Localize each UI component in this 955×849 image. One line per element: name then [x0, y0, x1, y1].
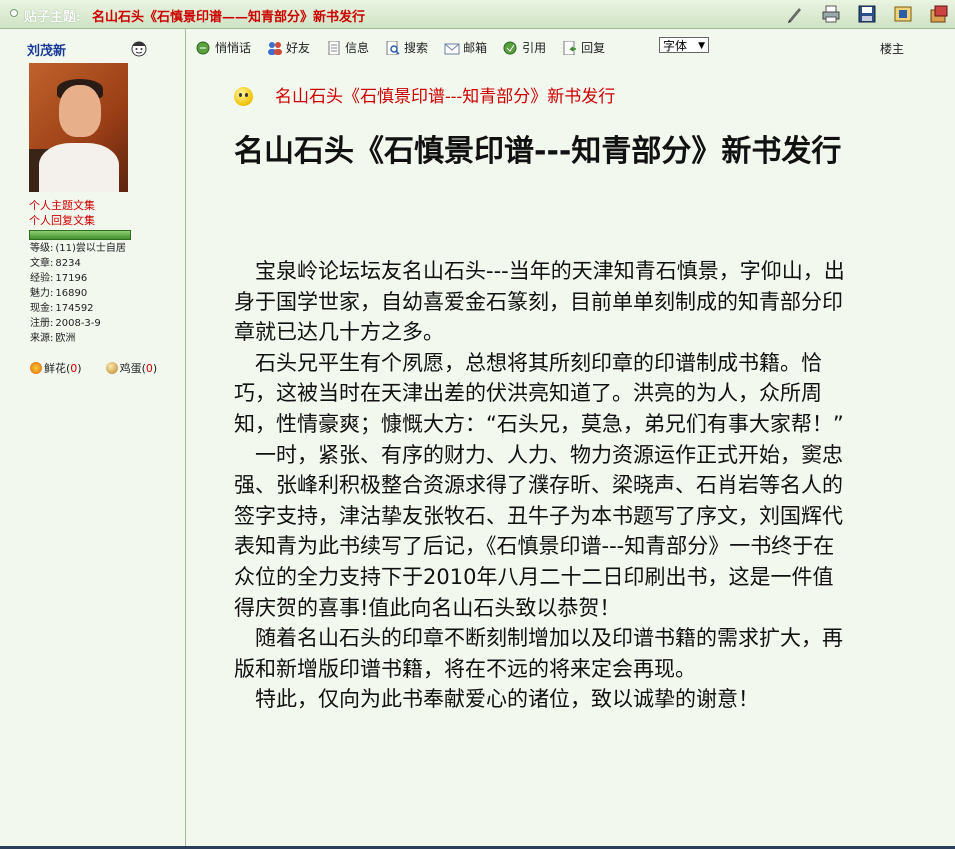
collection-icon[interactable]: [929, 4, 949, 24]
whisper-icon: [196, 41, 210, 54]
search-icon: [386, 40, 400, 55]
mail-icon: [444, 43, 460, 54]
user-topics-link[interactable]: 个人主题文集: [29, 197, 95, 213]
user-replies-link[interactable]: 个人回复文集: [29, 212, 95, 228]
reply-icon: [563, 40, 577, 55]
article-heading: 名山石头《石慎景印谱---知青部分》新书发行: [234, 134, 842, 169]
topic-title: 名山石头《石慎景印谱——知青部分》新书发行: [92, 10, 366, 25]
paragraph: 一时，紧张、有序的财力、人力、物力资源运作正式开始，窦忠强、张峰利积极整合资源求…: [234, 442, 843, 620]
flower-button[interactable]: 鲜花(0): [30, 360, 82, 376]
post-title-bar: 贴子主题: 名山石头《石慎景印谱——知青部分》新书发行: [0, 0, 955, 29]
chevron-down-icon: ▼: [698, 41, 705, 51]
author-name[interactable]: 刘茂新: [27, 40, 66, 59]
paragraph: 特此，仅向为此书奉献爱心的诸位，致以诚挚的谢意！: [255, 687, 759, 712]
reply-button[interactable]: 回复: [562, 39, 605, 56]
floor-label: 楼主: [880, 42, 905, 56]
smiley-icon: [234, 87, 253, 106]
print-icon[interactable]: [821, 4, 841, 24]
topic-label: 贴子主题:: [24, 10, 81, 25]
friend-button[interactable]: 好友: [267, 39, 310, 56]
post-toolbar: 悄悄话 好友 信息 搜索 邮箱 引用 回复: [196, 39, 621, 56]
font-select[interactable]: 字体 ▼: [659, 37, 709, 53]
stat-row: 等级: (11)尝以士自居: [30, 243, 126, 254]
title-bar-icons: [785, 4, 949, 24]
flower-icon: [30, 362, 42, 374]
stat-row: 文章: 8234: [30, 258, 81, 269]
egg-icon: [105, 362, 118, 374]
mailbox-button[interactable]: 邮箱: [444, 39, 487, 56]
bullet-icon: [10, 9, 18, 17]
stat-row: 经验: 17196: [30, 273, 88, 284]
avatar: [29, 63, 128, 192]
pen-icon[interactable]: [785, 4, 805, 24]
user-stats: 等级: (11)尝以士自居 文章: 8234 经验: 17196 魅力: 16890 现…: [28, 241, 126, 346]
whisper-button[interactable]: 悄悄话: [196, 39, 251, 56]
stat-row: 来源: 欧洲: [30, 333, 76, 344]
reaction-row: 鲜花(0) 鸡蛋(0): [30, 360, 157, 376]
stat-row: 现金: 174592: [30, 303, 94, 314]
paragraph: 宝泉岭论坛坛友名山石头---当年的天津知青石慎景，字仰山，出身于国学世家，自幼喜…: [234, 259, 845, 345]
quote-button[interactable]: 引用: [503, 39, 546, 56]
paragraph: 石头兄平生有个夙愿，总想将其所刻印章的印谱制成书籍。恰巧，这被当时在天津出差的伏…: [234, 350, 844, 436]
level-bar: [29, 230, 131, 240]
quote-icon: [503, 41, 517, 54]
author-sidebar: 刘茂新 个人主题文集 个人回复文集 等级: (11)尝以士自居 文章: 8234 经…: [0, 29, 186, 849]
stat-row: 注册: 2008-3-9: [30, 318, 101, 329]
friends-icon: [268, 41, 283, 55]
search-button[interactable]: 搜索: [385, 39, 428, 56]
paragraph: 随着名山石头的印章不断刻制增加以及印谱书籍的需求扩大，再版和新增版印谱书籍，将在…: [234, 626, 843, 681]
save-icon[interactable]: [857, 4, 877, 24]
male-avatar-icon: [128, 37, 150, 59]
stat-row: 魅力: 16890: [30, 288, 88, 299]
document-icon: [328, 40, 340, 55]
post-content: 宝泉岭论坛坛友名山石头---当年的天津知青石慎景，字仰山，出身于国学世家，自幼喜…: [234, 256, 846, 715]
info-button[interactable]: 信息: [326, 39, 369, 56]
post-title: 名山石头《石慎景印谱---知青部分》新书发行: [275, 87, 616, 107]
bookmark-icon[interactable]: [893, 4, 913, 24]
egg-button[interactable]: 鸡蛋(0): [105, 360, 157, 376]
